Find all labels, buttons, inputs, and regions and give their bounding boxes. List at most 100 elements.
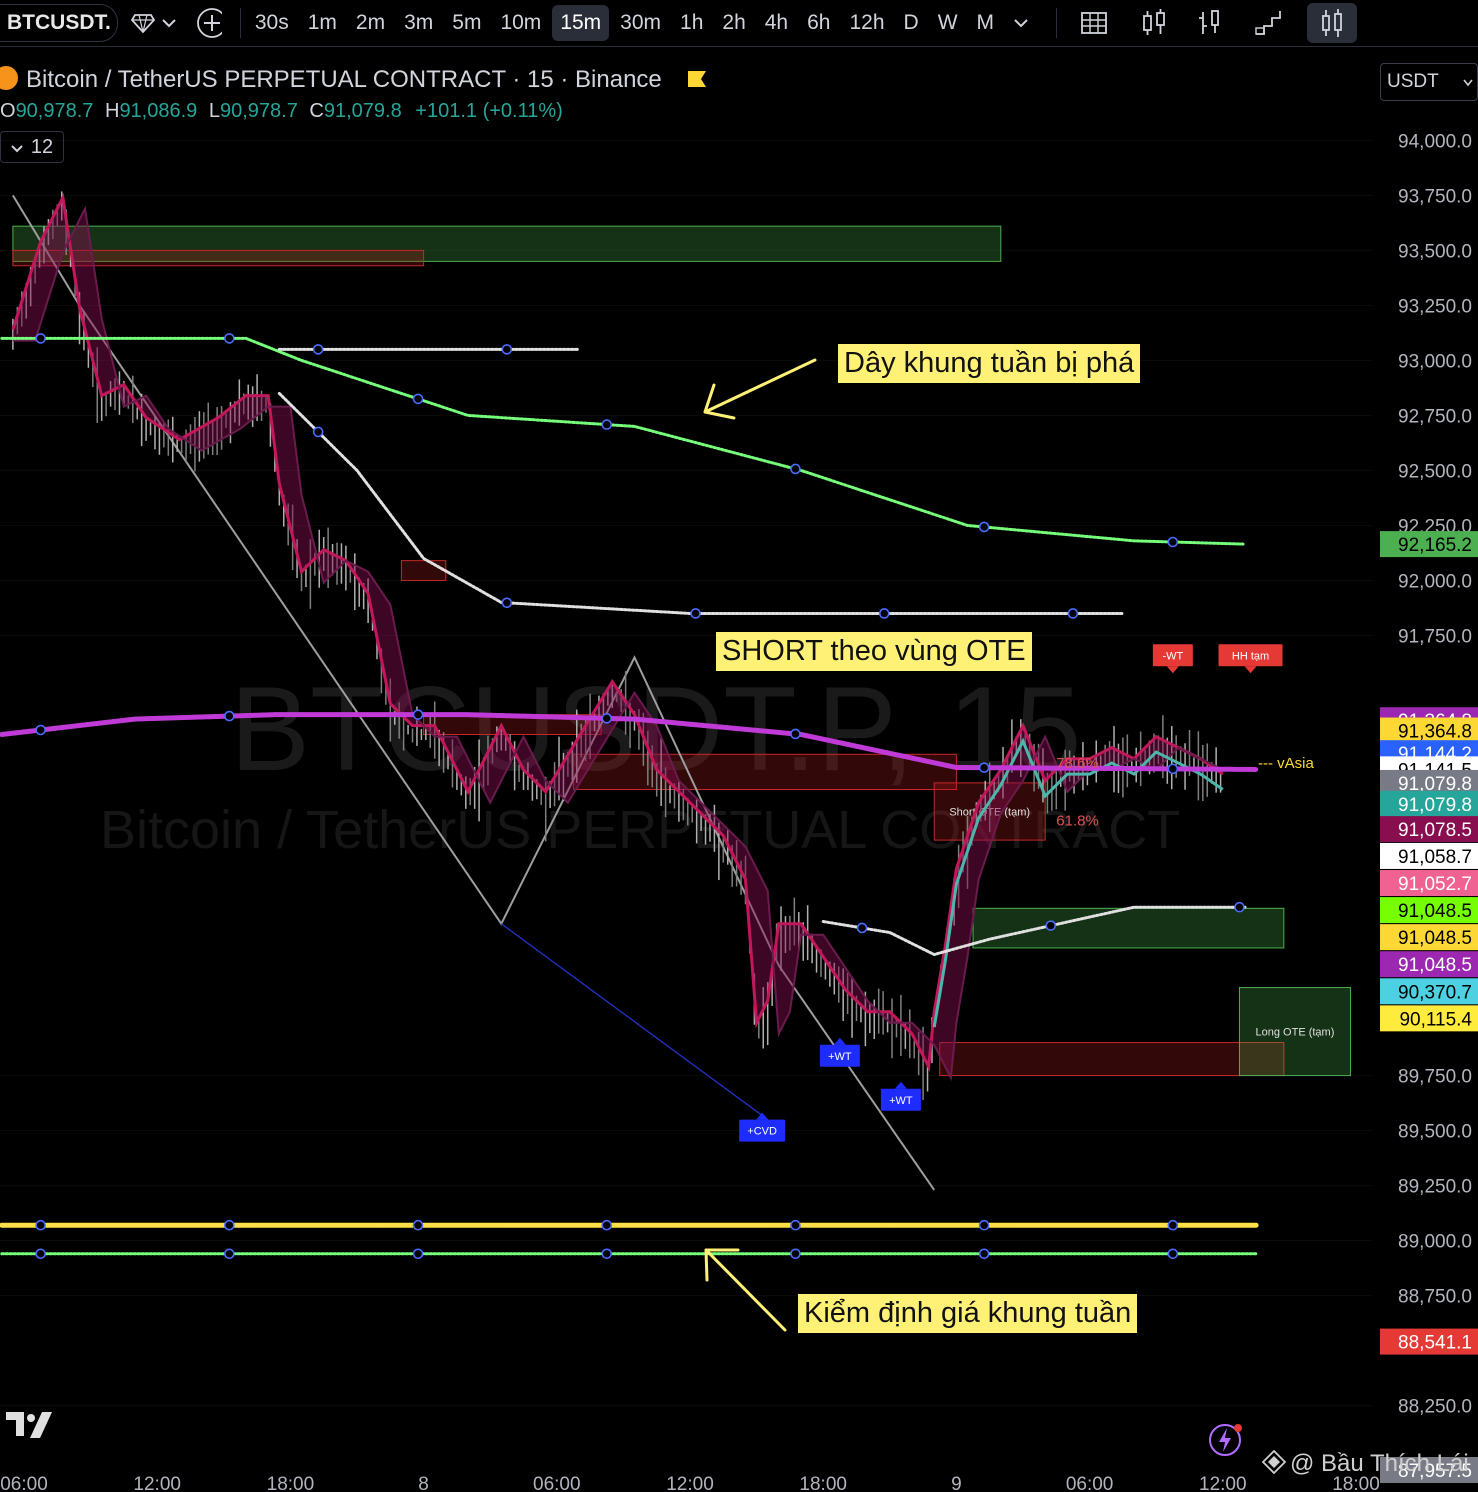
time-tick-label: 9 — [951, 1474, 962, 1492]
timeframe-10m[interactable]: 10m — [492, 5, 549, 41]
timeframe-1m[interactable]: 1m — [300, 5, 345, 41]
zone-label: Long OTE (tạm) — [1256, 1027, 1335, 1039]
currency-select[interactable]: USDT — [1380, 63, 1478, 101]
band-node — [35, 1219, 46, 1231]
chevron-down-icon[interactable] — [156, 10, 182, 36]
band-node — [224, 710, 235, 722]
timeframe-W[interactable]: W — [930, 5, 966, 41]
author-watermark: @ Bầu Thích Lái — [1261, 1449, 1469, 1481]
price-tag: 91,364.8 — [1398, 722, 1472, 743]
price-tick-label: 92,750.0 — [1398, 406, 1472, 427]
signal-label-pointer — [756, 1112, 769, 1120]
timeframe-12h[interactable]: 12h — [841, 5, 892, 41]
heikin-grid-icon[interactable] — [1077, 10, 1111, 36]
add-symbol-icon[interactable] — [196, 8, 222, 38]
time-tick-label: 06:00 — [0, 1474, 48, 1492]
band-node — [1167, 1219, 1179, 1231]
price-tick-label: 89,500.0 — [1398, 1122, 1472, 1143]
timeframe-30m[interactable]: 30m — [612, 5, 669, 41]
band-node — [1045, 920, 1057, 931]
symbol-name: BTCUSDT. — [7, 11, 111, 34]
symbol-search[interactable]: BTCUSDT. — [0, 4, 118, 42]
price-tag: 91,078.5 — [1398, 820, 1472, 841]
price-tick-label: 94,000.0 — [1398, 131, 1472, 152]
timeframe-6h[interactable]: 6h — [799, 5, 838, 41]
price-tag: 91,048.5 — [1398, 955, 1472, 976]
annotation-arrow — [704, 1248, 787, 1332]
band-node — [224, 1219, 235, 1231]
band-node — [878, 608, 890, 619]
chevron-down-icon — [1463, 71, 1473, 93]
band-node — [1167, 763, 1179, 775]
band-node — [224, 333, 235, 344]
close-value: 91,079.8 — [323, 100, 402, 122]
chevron-down-icon — [11, 136, 23, 159]
band-node — [601, 1248, 613, 1260]
chevron-down-icon[interactable] — [1008, 10, 1034, 36]
timeframe-15m[interactable]: 15m — [552, 5, 610, 41]
diamond-logo-icon — [1261, 1449, 1287, 1481]
band-node — [790, 728, 801, 740]
candle-type-icon[interactable] — [1307, 3, 1358, 43]
legend-title[interactable]: Bitcoin / TetherUS PERPETUAL CONTRACT · … — [0, 66, 708, 96]
timeframe-3m[interactable]: 3m — [396, 5, 441, 41]
lightning-icon[interactable] — [1208, 1422, 1244, 1463]
time-tick-label: 12:00 — [1199, 1474, 1247, 1492]
band-node — [35, 333, 46, 344]
currency-label: USDT — [1387, 71, 1439, 92]
candle-chart-icon[interactable] — [1137, 9, 1171, 36]
signal-label-pointer — [833, 1037, 846, 1045]
time-tick-label: 06:00 — [533, 1474, 581, 1492]
vasia-label: --- vAsia — [1258, 755, 1314, 772]
indicator-count: 12 — [30, 135, 54, 158]
band-node — [690, 608, 701, 619]
timeframe-2m[interactable]: 2m — [348, 5, 393, 41]
price-tag: 91,052.7 — [1398, 874, 1472, 895]
price-tick-label: 93,250.0 — [1398, 296, 1472, 317]
high-value: 91,086.9 — [119, 100, 198, 122]
signal-label-pointer — [1166, 666, 1179, 674]
signal-label: +WT — [889, 1095, 913, 1107]
timeframe-M[interactable]: M — [969, 5, 1003, 41]
price-tag: 91,048.5 — [1398, 901, 1472, 922]
time-tick-label: 18:00 — [267, 1474, 315, 1492]
exchange-flag-icon — [686, 68, 708, 96]
time-tick-label: 12:00 — [133, 1474, 181, 1492]
band-node — [790, 1248, 801, 1260]
toolbar-divider — [1056, 8, 1058, 38]
band-node — [978, 1248, 990, 1260]
author-name: @ Bầu Thích Lái — [1290, 1450, 1469, 1477]
open-label: O — [0, 100, 16, 122]
timeframe-1h[interactable]: 1h — [672, 5, 711, 41]
timeframe-4h[interactable]: 4h — [757, 5, 796, 41]
price-tick-label: 88,750.0 — [1398, 1287, 1472, 1308]
indicators-toggle[interactable]: 12 — [0, 131, 64, 163]
tradingview-logo-icon[interactable] — [6, 1410, 56, 1445]
time-axis[interactable]: 06:00 12:00 18:00 8 06:00 12:00 18:00 9 06:00 12:… — [0, 1474, 1380, 1492]
band-node — [790, 1219, 801, 1231]
price-tick-label: 89,750.0 — [1398, 1067, 1472, 1088]
band-node — [412, 1248, 424, 1260]
band-node — [601, 419, 613, 430]
diamond-icon[interactable] — [130, 10, 156, 36]
price-tick-label: 92,000.0 — [1398, 571, 1472, 592]
band-node — [1067, 608, 1079, 619]
band-node — [978, 1219, 990, 1231]
toolbar-divider — [239, 8, 241, 38]
timeframe-D[interactable]: D — [896, 5, 927, 41]
price-tick-label: 88,250.0 — [1398, 1397, 1472, 1418]
step-line-icon[interactable] — [1251, 10, 1285, 36]
price-tag: 91,048.5 — [1398, 928, 1472, 949]
timeframe-5m[interactable]: 5m — [444, 5, 489, 41]
timeframe-30s[interactable]: 30s — [247, 5, 297, 41]
band-node — [412, 709, 424, 720]
timeframe-2h[interactable]: 2h — [714, 5, 753, 41]
annotation-weekly-break: Dây khung tuần bị phá — [838, 344, 1141, 383]
signal-label: +WT — [828, 1051, 852, 1063]
band-node — [501, 597, 513, 609]
price-chart[interactable]: BTCUSDT.P, 15 Bitcoin / TetherUS PERPETU… — [0, 0, 1478, 1492]
band-node — [224, 1248, 235, 1260]
bar-chart-icon[interactable] — [1193, 10, 1227, 36]
band-node — [601, 1219, 613, 1231]
price-tag: 90,370.7 — [1398, 982, 1472, 1003]
